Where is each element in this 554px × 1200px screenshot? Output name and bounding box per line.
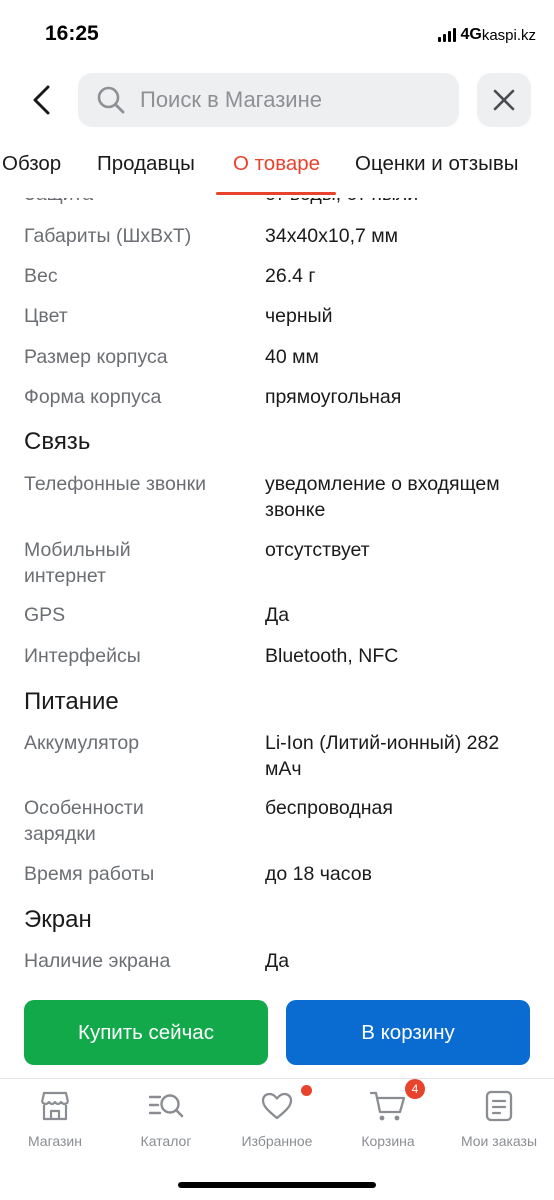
spec-value: Bluetooth, NFC (265, 645, 399, 667)
tab-reviews[interactable]: Оценки и отзывы (355, 152, 519, 176)
spec-value: уведомление о входящем звонке (265, 473, 500, 521)
nav-item-cart[interactable]: 4 Корзина (333, 1079, 443, 1149)
nav-label: Мои заказы (460, 1133, 538, 1149)
section-title-connectivity: Связь (24, 428, 91, 455)
spec-value: 34x40x10,7 мм (265, 225, 399, 247)
header (0, 72, 554, 128)
nav-label: Корзина (361, 1133, 415, 1149)
add-to-cart-button[interactable]: В корзину (286, 1000, 530, 1065)
nav-label: Магазин (27, 1133, 82, 1149)
spec-value: до 18 часов (265, 863, 372, 885)
spec-value: прямоугольная (265, 386, 402, 408)
spec-name: Габариты (ШxВxТ) (24, 225, 192, 247)
status-bar: 16:25 4G kaspi.kz (0, 0, 554, 66)
cart-count-badge: 4 (405, 1079, 425, 1099)
close-icon (493, 89, 515, 111)
spec-name: Форма корпуса (24, 386, 162, 408)
spec-value: беспроводная (265, 797, 393, 819)
network-type: 4G (460, 26, 482, 43)
spec-value: Да (265, 950, 290, 972)
section-title-power: Питание (24, 688, 119, 715)
spec-name: Особенности зарядки (24, 797, 144, 845)
product-tabs: Обзор Продавцы О товаре Оценки и отзывы (0, 140, 554, 196)
orders-icon (485, 1090, 513, 1122)
spec-name: Интерфейсы (24, 645, 141, 667)
spec-value: отсутствует (265, 539, 370, 561)
nav-item-catalog[interactable]: Каталог (111, 1087, 221, 1149)
status-indicators: 4G kaspi.kz (438, 26, 536, 44)
spec-name: Защита (24, 198, 249, 207)
signal-icon (438, 28, 457, 42)
nav-item-favorites[interactable]: Избранное (222, 1085, 332, 1149)
heart-icon (261, 1092, 293, 1120)
spec-value: 40 мм (265, 346, 319, 368)
spec-name: Цвет (24, 305, 68, 327)
spec-name: Время работы (24, 863, 155, 885)
catalog-search-icon (148, 1094, 184, 1118)
section-title-screen: Экран (24, 906, 92, 933)
spec-name: Размер корпуса (24, 346, 168, 368)
spec-name: Мобильный интернет (24, 539, 131, 587)
spec-value: 26.4 г (265, 265, 316, 287)
nav-label: Каталог (140, 1133, 192, 1149)
close-button[interactable] (477, 73, 531, 127)
search-bar[interactable] (78, 73, 459, 127)
home-indicator (178, 1182, 376, 1188)
specs-list[interactable]: Защита от воды, от пыли Габариты (ШxВxТ)… (0, 198, 554, 988)
spec-value: черный (265, 305, 333, 327)
nav-label: Избранное (241, 1133, 313, 1149)
search-icon (97, 86, 125, 114)
buy-now-button[interactable]: Купить сейчас (24, 1000, 268, 1065)
tab-sellers[interactable]: Продавцы (97, 152, 195, 176)
spec-name: Телефонные звонки (24, 473, 207, 495)
spec-value: от воды, от пыли (265, 198, 535, 207)
favorites-dot-badge (301, 1085, 312, 1096)
nav-item-orders[interactable]: Мои заказы (444, 1087, 554, 1149)
tab-overview[interactable]: Обзор (2, 152, 61, 176)
search-input[interactable] (140, 87, 440, 113)
spec-name: Аккумулятор (24, 732, 140, 754)
spec-value: Да (265, 604, 290, 626)
store-icon (40, 1091, 70, 1121)
spec-name: Наличие экрана (24, 950, 171, 972)
spec-name: GPS (24, 604, 66, 626)
status-time: 16:25 (45, 22, 99, 45)
back-button[interactable] (22, 80, 62, 120)
spec-value: Li-Ion (Литий-ионный) 282 мАч (265, 732, 500, 780)
cart-icon (370, 1091, 406, 1121)
nav-item-store[interactable]: Магазин (0, 1087, 110, 1149)
active-tab-indicator (216, 192, 336, 195)
chevron-left-icon (33, 85, 50, 115)
tab-about-product[interactable]: О товаре (233, 152, 320, 176)
watermark-text: kaspi.kz (481, 26, 536, 44)
spec-name: Вес (24, 265, 58, 287)
purchase-actions: Купить сейчас В корзину (0, 1000, 554, 1066)
